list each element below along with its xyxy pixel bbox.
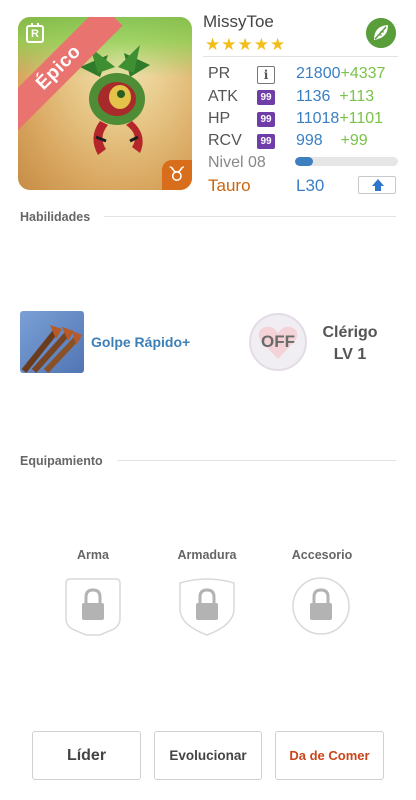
max-level: L30 [296,176,325,195]
stat-atk-value: 1136 [296,88,331,105]
stat-hp-value: 11018 [296,110,340,127]
monster-portrait[interactable]: Épico R ♉ [18,17,192,190]
class-name: Clérigo [322,324,378,341]
stat-rcv: RCV 99 998 +99 [208,132,400,154]
weapon-slot[interactable] [62,575,124,637]
stat-rcv-badge: 99 [257,134,275,149]
stat-rcv-value: 998 [296,132,323,149]
stat-atk-badge: 99 [257,90,275,105]
leader-skill-state: OFF [261,332,295,351]
accessory-label: Accesorio [291,548,353,562]
skills-divider [104,216,396,217]
rarity-badge-icon: R [26,23,44,43]
weapon-label: Arma [77,548,109,562]
leader-skill-toggle[interactable]: OFF [249,313,307,371]
skills-section-title: Habilidades [20,210,91,224]
monster-name: MissyToe [203,12,274,31]
level-progress-bar [295,157,398,166]
skill-icon[interactable] [20,311,84,373]
equipment-divider [117,460,396,461]
stat-atk-label: ATK [208,88,238,105]
level-progress-fill [295,157,313,166]
stat-atk: ATK 99 1136 +113 [208,88,400,110]
info-icon[interactable]: i [257,66,275,84]
stat-hp: HP 99 11018+1101 [208,110,400,132]
leader-button[interactable]: Líder [32,731,141,780]
stat-pr-bonus: +4337 [340,65,386,82]
stat-hp-label: HP [208,110,231,127]
zodiac-sign: Tauro [208,176,251,195]
stat-hp-badge: 99 [257,112,275,127]
star-rating: ★★★★★ [205,35,287,54]
equipment-section-title: Equipamiento [20,454,103,468]
feed-button[interactable]: Da de Comer [275,731,384,780]
level-up-button[interactable] [358,176,396,194]
stat-pr: PR i 21800+4337 [208,65,400,87]
stat-rcv-bonus: +99 [340,132,368,149]
armor-slot[interactable] [176,575,238,637]
arrows-skill-icon [21,325,82,373]
class-level: LV 1 [333,346,367,363]
class-info: Clérigo LV 1 [310,322,390,366]
name-divider [203,56,398,57]
leaf-icon [366,18,396,48]
stat-pr-label: PR [208,65,231,82]
stat-atk-bonus: +113 [339,88,375,105]
evolve-button[interactable]: Evolucionar [154,731,262,780]
zodiac-taurus-icon: ♉ [162,160,192,190]
level-label: Nivel 08 [208,154,266,171]
armor-label: Armadura [177,548,237,562]
stat-rcv-label: RCV [208,132,242,149]
stat-hp-bonus: +1101 [339,110,384,127]
accessory-slot[interactable] [290,575,352,637]
stat-pr-value: 21800 [296,65,341,82]
skill-name[interactable]: Golpe Rápido+ [91,334,190,350]
